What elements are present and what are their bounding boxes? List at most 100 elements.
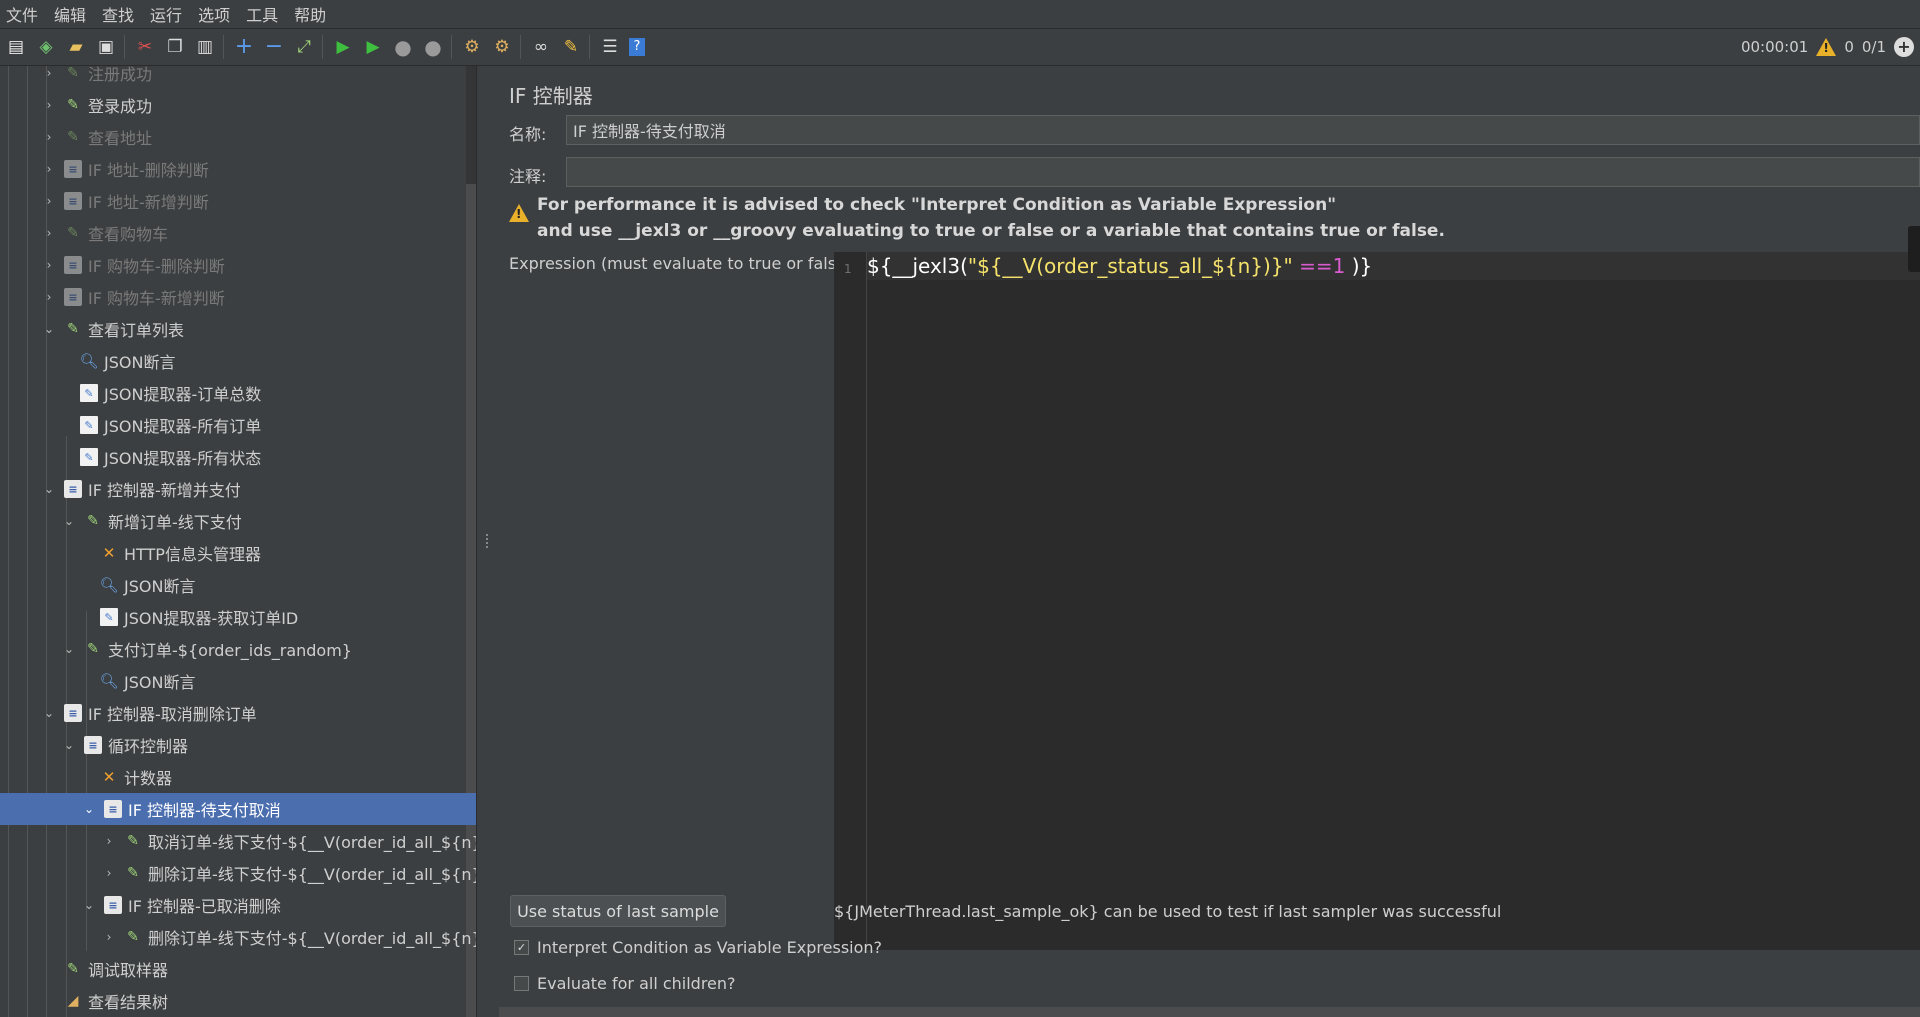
start-icon[interactable]: ▶ — [332, 36, 354, 58]
tree-item[interactable]: ✎ JSON提取器-获取订单ID — [0, 601, 476, 633]
chevron-right-icon[interactable]: › — [42, 130, 56, 144]
tree-item[interactable]: ⌄ ≡ 循环控制器 — [0, 729, 476, 761]
tree-item[interactable]: 🔍︎ JSON断言 — [0, 569, 476, 601]
paste-icon[interactable]: ▥ — [194, 36, 216, 58]
assertion-icon: 🔍︎ — [99, 576, 119, 594]
templates-icon[interactable]: ◈ — [35, 36, 57, 58]
expression-editor[interactable]: 1 ${__jexl3("${__V(order_status_all_${n}… — [834, 252, 1920, 950]
horizontal-scrollbar[interactable] — [499, 1007, 1920, 1017]
tree-item[interactable]: › ≡ IF 购物车-删除判断 — [0, 249, 476, 281]
tree-item[interactable]: ⌄ ✎ 新增订单-线下支付 — [0, 505, 476, 537]
chevron-down-icon[interactable]: ⌄ — [62, 514, 76, 528]
tree-item[interactable]: ⌄ ≡ IF 控制器-已取消删除 — [0, 889, 476, 921]
chevron-down-icon[interactable]: ⌄ — [42, 322, 56, 336]
tree-item[interactable]: ✕ 计数器 — [0, 761, 476, 793]
tree-item[interactable]: ✎ JSON提取器-订单总数 — [0, 377, 476, 409]
interpret-condition-checkbox[interactable]: ✓ — [514, 940, 529, 955]
tree-item[interactable]: 🔍︎ JSON断言 — [0, 665, 476, 697]
tree-item-selected[interactable]: ⌄ ≡ IF 控制器-待支付取消 — [0, 793, 476, 825]
chevron-down-icon[interactable]: ⌄ — [82, 898, 96, 912]
tree-item-label: JSON断言 — [104, 353, 176, 372]
menu-search[interactable]: 查找 — [96, 2, 144, 26]
new-icon[interactable]: ▤ — [5, 36, 27, 58]
menu-file[interactable]: 文件 — [0, 2, 48, 26]
search-icon[interactable]: ∞ — [530, 36, 552, 58]
chevron-right-icon[interactable]: › — [102, 834, 116, 848]
tree-item[interactable]: › ≡ IF 地址-新增判断 — [0, 185, 476, 217]
chevron-right-icon[interactable]: › — [42, 162, 56, 176]
menu-edit[interactable]: 编辑 — [48, 2, 96, 26]
tree-item[interactable]: ⌄ ✎ 查看订单列表 — [0, 313, 476, 345]
chevron-down-icon[interactable]: ⌄ — [62, 738, 76, 752]
tree-item[interactable]: ✎ JSON提取器-所有状态 — [0, 441, 476, 473]
menu-run[interactable]: 运行 — [144, 2, 192, 26]
chevron-down-icon[interactable]: ⌄ — [42, 482, 56, 496]
save-icon[interactable]: ▣ — [95, 36, 117, 58]
warning-icon[interactable] — [1816, 38, 1837, 56]
chevron-right-icon[interactable]: › — [102, 930, 116, 944]
menu-options[interactable]: 选项 — [192, 2, 240, 26]
chevron-right-icon[interactable]: › — [42, 194, 56, 208]
chevron-right-icon[interactable]: › — [42, 98, 56, 112]
tree-item[interactable]: ⌄ ≡ IF 控制器-新增并支付 — [0, 473, 476, 505]
reset-search-icon[interactable]: ✎ — [560, 36, 582, 58]
tree-item[interactable]: › ≡ IF 地址-删除判断 — [0, 153, 476, 185]
tree-item[interactable]: ✎ JSON提取器-所有订单 — [0, 409, 476, 441]
tree-item[interactable]: ⌄ ≡ IF 控制器-取消删除订单 — [0, 697, 476, 729]
tree-item[interactable]: › ✎ 取消订单-线下支付-${__V(order_id_all_${n})} — [0, 825, 476, 857]
shutdown-icon[interactable]: ● — [422, 36, 444, 58]
tree-item[interactable]: › ✎ 删除订单-线下支付-${__V(order_id_all_${n})} — [0, 857, 476, 889]
help-icon[interactable]: ? — [629, 38, 645, 56]
comment-label: 注释: — [509, 167, 547, 186]
chevron-right-icon[interactable]: › — [42, 66, 56, 80]
warning-line-1: For performance it is advised to check "… — [537, 195, 1337, 215]
menu-tools[interactable]: 工具 — [240, 2, 288, 26]
name-field[interactable]: IF 控制器-待支付取消 — [566, 115, 1920, 145]
start-no-pause-icon[interactable]: ▶ — [362, 36, 384, 58]
toolbar-separator — [520, 35, 521, 59]
tree-item[interactable]: › ✎ 登录成功 — [0, 89, 476, 121]
clear-icon[interactable]: ⚙ — [461, 36, 483, 58]
chevron-right-icon[interactable]: › — [42, 226, 56, 240]
expression-code[interactable]: ${__jexl3("${__V(order_status_all_${n})}… — [867, 254, 1372, 278]
copy-icon[interactable]: ❐ — [164, 36, 186, 58]
tree-item[interactable]: › ✎ 查看地址 — [0, 121, 476, 153]
remote-status-icon[interactable]: + — [1894, 37, 1914, 57]
tree-item[interactable]: ◢ 查看结果树 — [0, 985, 476, 1017]
collapse-icon[interactable]: − — [263, 36, 285, 58]
evaluate-all-option[interactable]: Evaluate for all children? — [514, 974, 736, 993]
clear-all-icon[interactable]: ⚙ — [491, 36, 513, 58]
if-controller-icon: ≡ — [104, 800, 122, 818]
tree-item-label: IF 控制器-取消删除订单 — [88, 705, 257, 724]
chevron-right-icon[interactable]: › — [42, 290, 56, 304]
expand-icon[interactable]: + — [233, 36, 255, 58]
chevron-right-icon[interactable]: › — [102, 866, 116, 880]
chevron-down-icon[interactable]: ⌄ — [62, 642, 76, 656]
use-last-sample-button[interactable]: Use status of last sample — [510, 895, 726, 927]
divider-grip-icon[interactable] — [486, 534, 491, 548]
split-pane-divider[interactable] — [476, 66, 500, 1017]
menu-help[interactable]: 帮助 — [288, 2, 336, 26]
tree-item[interactable]: › ✎ 删除订单-线下支付-${__V(order_id_all_${n})} — [0, 921, 476, 953]
tree-item-label: IF 购物车-删除判断 — [88, 257, 225, 276]
open-icon[interactable]: ▰ — [65, 36, 87, 58]
comment-field[interactable] — [566, 157, 1920, 187]
toggle-icon[interactable]: ⤢ — [293, 36, 315, 58]
chevron-right-icon[interactable]: › — [42, 258, 56, 272]
chevron-down-icon[interactable]: ⌄ — [42, 706, 56, 720]
function-helper-icon[interactable]: ☰ — [599, 36, 621, 58]
tree-item[interactable]: ✕ HTTP信息头管理器 — [0, 537, 476, 569]
tree-item[interactable]: 🔍︎ JSON断言 — [0, 345, 476, 377]
interpret-condition-option[interactable]: ✓ Interpret Condition as Variable Expres… — [514, 938, 882, 957]
tree-item[interactable]: ⌄ ✎ 支付订单-${order_ids_random} — [0, 633, 476, 665]
tree-item[interactable]: ✎ 调试取样器 — [0, 953, 476, 985]
tree-item[interactable]: › ✎ 查看购物车 — [0, 217, 476, 249]
tree-item[interactable]: › ≡ IF 购物车-新增判断 — [0, 281, 476, 313]
stop-icon[interactable]: ● — [392, 36, 414, 58]
tree-item-label: JSON提取器-所有订单 — [104, 417, 262, 436]
evaluate-all-checkbox[interactable] — [514, 976, 529, 991]
if-controller-icon: ≡ — [64, 192, 82, 210]
cut-icon[interactable]: ✂ — [134, 36, 156, 58]
tree-item[interactable]: › ✎ 注册成功 — [0, 66, 476, 89]
chevron-down-icon[interactable]: ⌄ — [82, 802, 96, 816]
